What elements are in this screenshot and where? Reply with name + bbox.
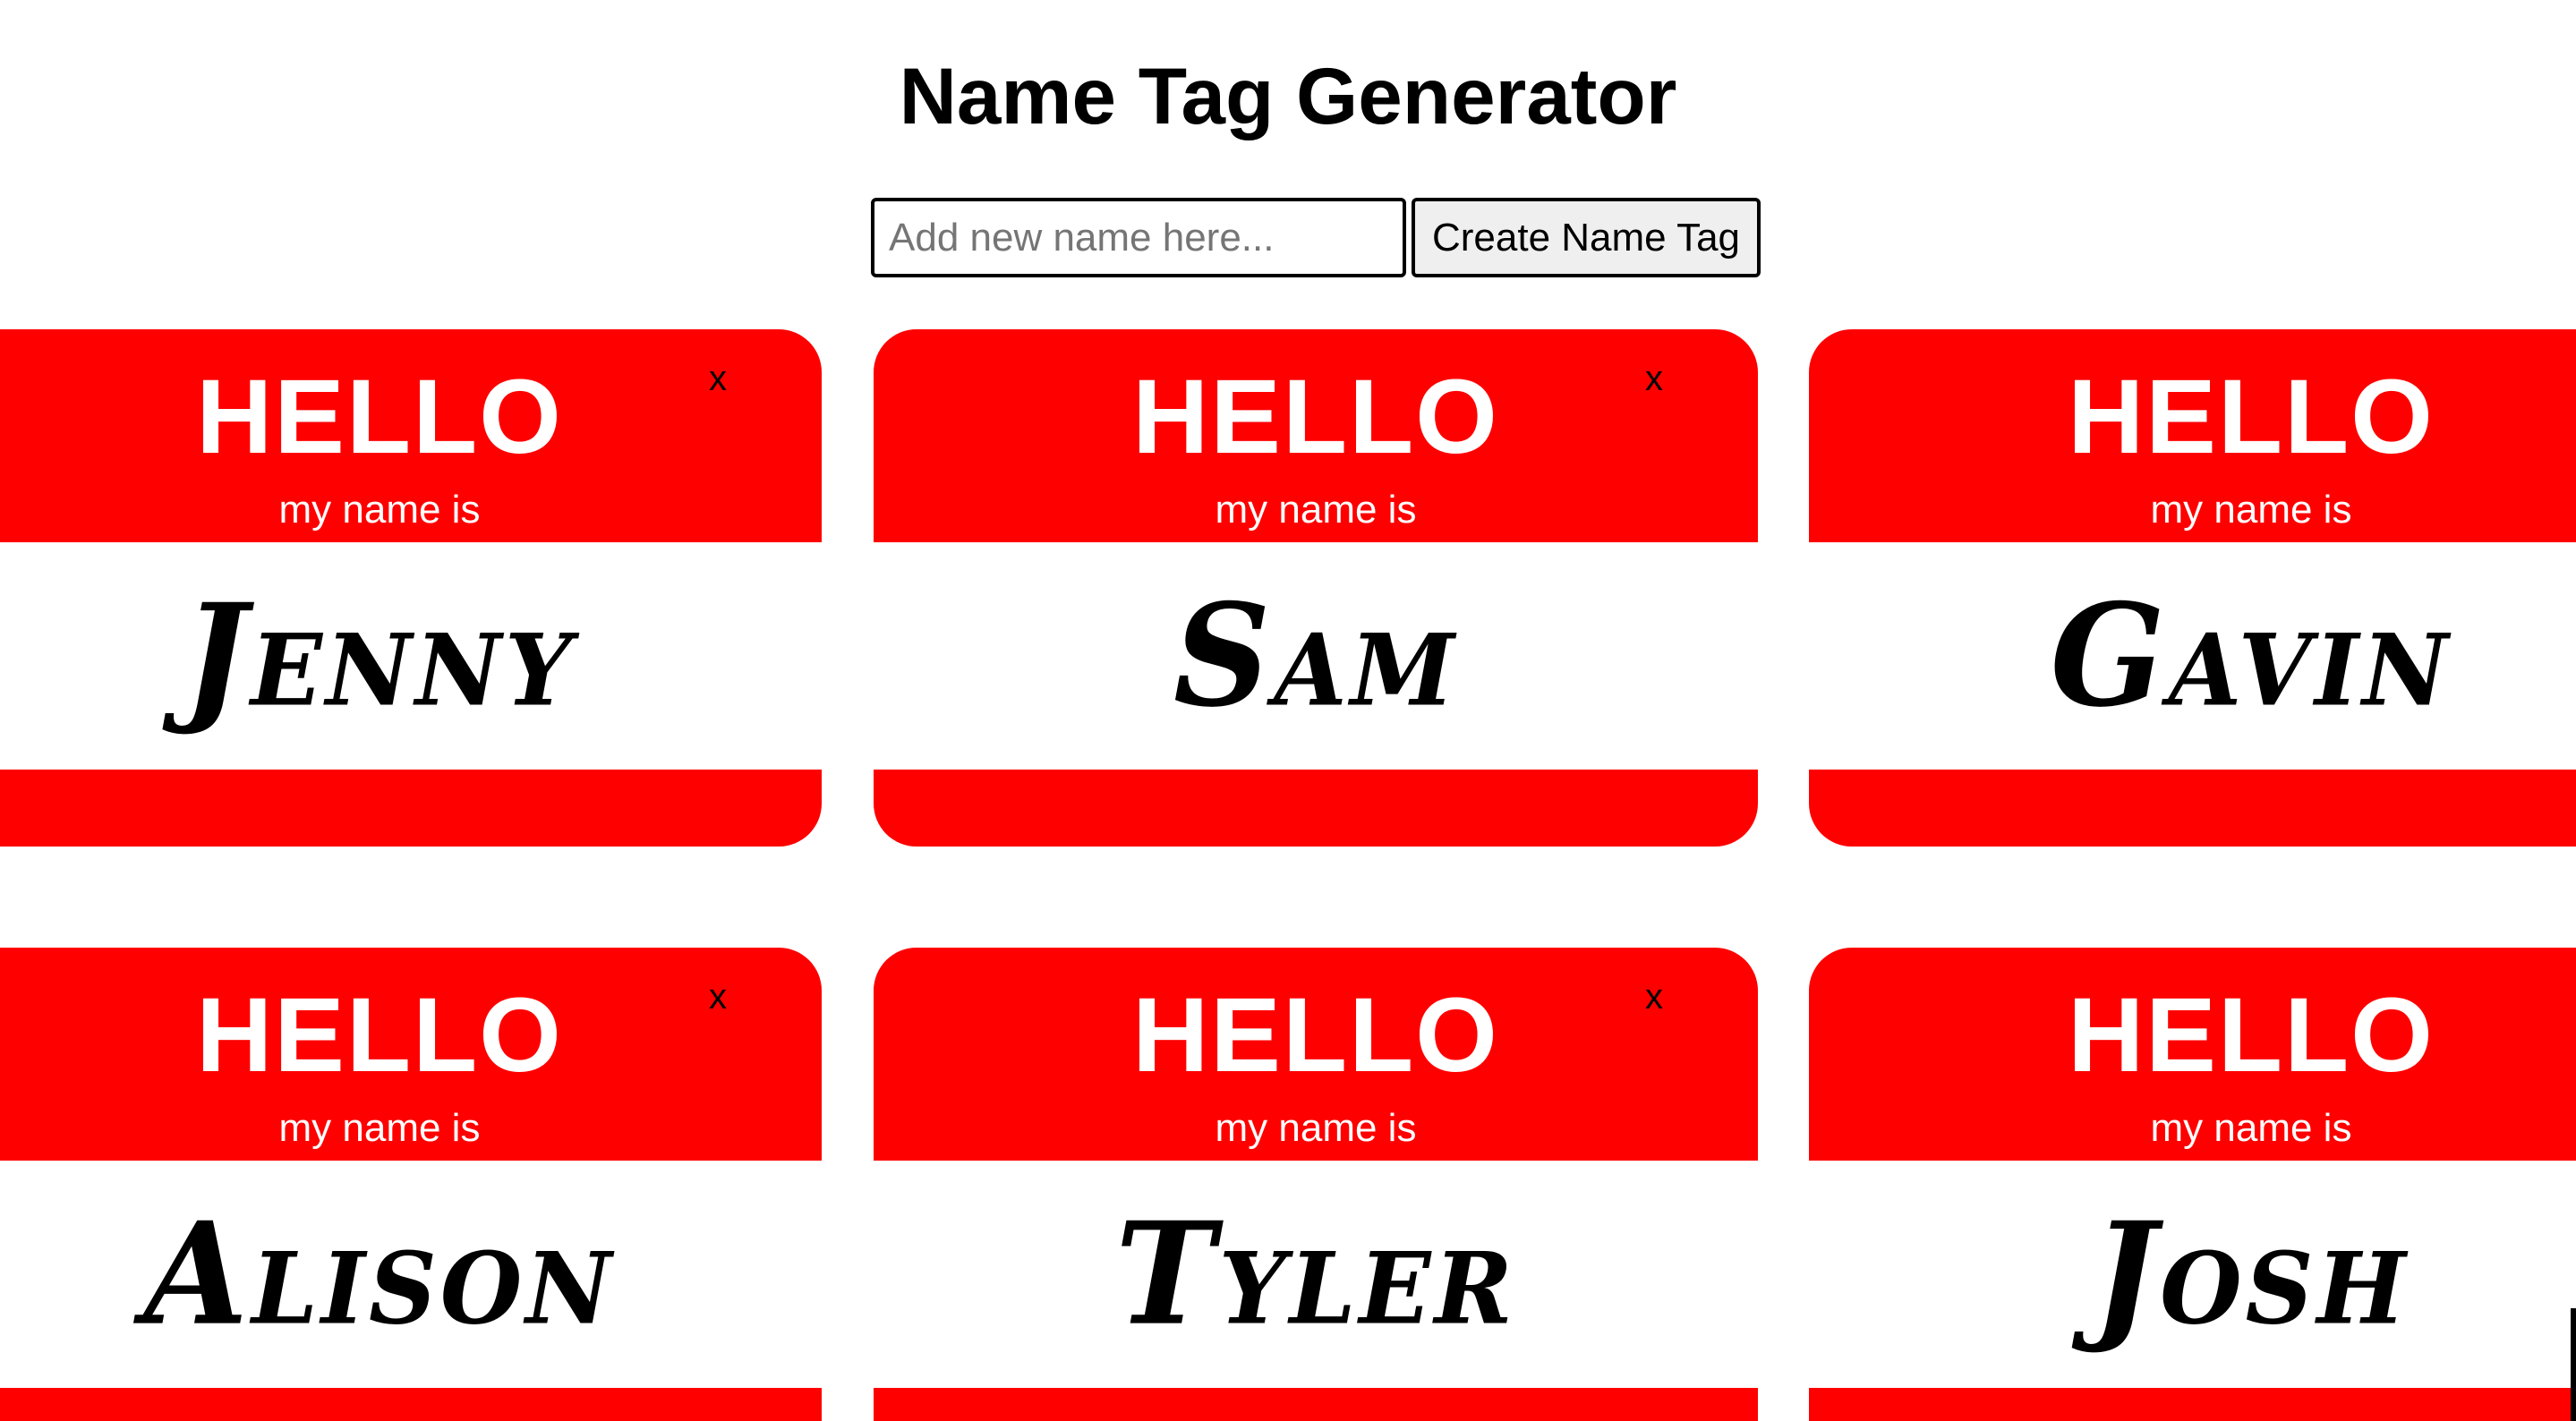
tag-name-area: Jenny	[0, 542, 822, 770]
name-tag: HELLO my name is Gavin	[1809, 329, 2576, 847]
name-input[interactable]	[871, 198, 1406, 277]
tag-name: Jenny	[183, 573, 576, 739]
tag-hello-text: HELLO	[2068, 976, 2435, 1094]
tag-name-area: Sam	[874, 542, 1758, 770]
tag-name-area: Alison	[0, 1161, 822, 1388]
close-tag-button[interactable]: x	[700, 356, 736, 401]
tag-name: Josh	[2093, 1191, 2410, 1357]
close-tag-button[interactable]: x	[1636, 356, 1672, 401]
tag-hello-text: HELLO	[196, 358, 563, 476]
tag-name-area: Gavin	[1809, 542, 2576, 770]
tag-subtitle: my name is	[1215, 1106, 1417, 1150]
tag-name-area: Tyler	[874, 1161, 1758, 1388]
page-title: Name Tag Generator	[899, 51, 1677, 140]
name-tag: HELLO my name is Tyler x	[874, 948, 1758, 1421]
name-tag: HELLO my name is Josh	[1809, 948, 2576, 1421]
tag-hello-text: HELLO	[1132, 358, 1499, 476]
tag-name: Tyler	[1115, 1191, 1516, 1357]
tag-hello-text: HELLO	[196, 976, 563, 1094]
tag-name: Alison	[143, 1191, 616, 1357]
tag-subtitle: my name is	[2150, 1106, 2352, 1150]
tag-name: Gavin	[2050, 573, 2452, 739]
tag-name: Sam	[1173, 573, 1459, 739]
tag-name-area: Josh	[1809, 1161, 2576, 1388]
close-tag-button[interactable]: x	[700, 974, 736, 1019]
close-tag-button[interactable]: x	[1636, 974, 1672, 1019]
name-tag: HELLO my name is Alison x	[0, 948, 822, 1421]
create-name-tag-button[interactable]: Create Name Tag	[1412, 198, 1761, 277]
tag-subtitle: my name is	[278, 488, 481, 532]
tag-subtitle: my name is	[278, 1106, 481, 1150]
name-tag: HELLO my name is Jenny x	[0, 329, 822, 847]
scrollbar-edge[interactable]	[2571, 1308, 2576, 1421]
name-tag: HELLO my name is Sam x	[874, 329, 1758, 847]
tag-subtitle: my name is	[1215, 488, 1417, 532]
tag-hello-text: HELLO	[2068, 358, 2435, 476]
tag-subtitle: my name is	[2150, 488, 2352, 532]
tag-hello-text: HELLO	[1132, 976, 1499, 1094]
